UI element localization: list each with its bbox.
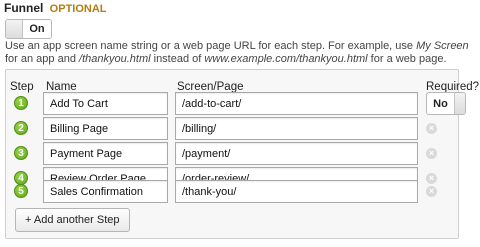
optional-label: OPTIONAL [49,3,107,15]
toggle-on-label[interactable]: On [23,20,51,38]
section-title: Funnel [4,1,44,15]
remove-step-icon[interactable]: × [426,123,437,134]
step-number-badge: 5 [14,184,28,198]
remove-step-icon[interactable]: × [426,186,437,197]
required-toggle-knob[interactable] [455,93,465,114]
funnel-title: Funnel OPTIONAL [4,0,107,17]
step-row: 1 Add To Cart /add-to-cart/ No [6,92,466,116]
step-page-input[interactable]: /billing/ [175,117,418,140]
step-number-badge: 3 [14,146,28,160]
toggle-knob[interactable] [6,20,23,38]
step-name-input[interactable]: Billing Page [43,117,168,140]
step-row: 2 Billing Page /billing/ × [6,117,458,141]
remove-step-icon[interactable]: × [426,148,437,159]
funnel-toggle[interactable]: On [5,19,52,39]
required-toggle-label[interactable]: No [427,93,455,114]
step-page-input[interactable]: /add-to-cart/ [175,92,418,115]
step-row: 3 Payment Page /payment/ × [6,142,458,166]
step-page-input[interactable]: /thank-you/ [175,180,418,203]
step-name-input[interactable]: Sales Confirmation [43,180,168,203]
step-row: 5 Sales Confirmation /thank-you/ × [6,180,458,204]
step-number-badge: 2 [14,121,28,135]
step-name-input[interactable]: Payment Page [43,142,168,165]
add-step-button[interactable]: + Add another Step [15,208,130,232]
step-page-input[interactable]: /payment/ [175,142,418,165]
funnel-steps-panel: Step Name Screen/Page Required? 1 Add To… [5,69,479,239]
step-number-badge: 1 [14,96,28,110]
step-name-input[interactable]: Add To Cart [43,92,168,115]
required-toggle[interactable]: No [426,92,466,115]
help-text: Use an app screen name string or a web p… [5,40,469,65]
